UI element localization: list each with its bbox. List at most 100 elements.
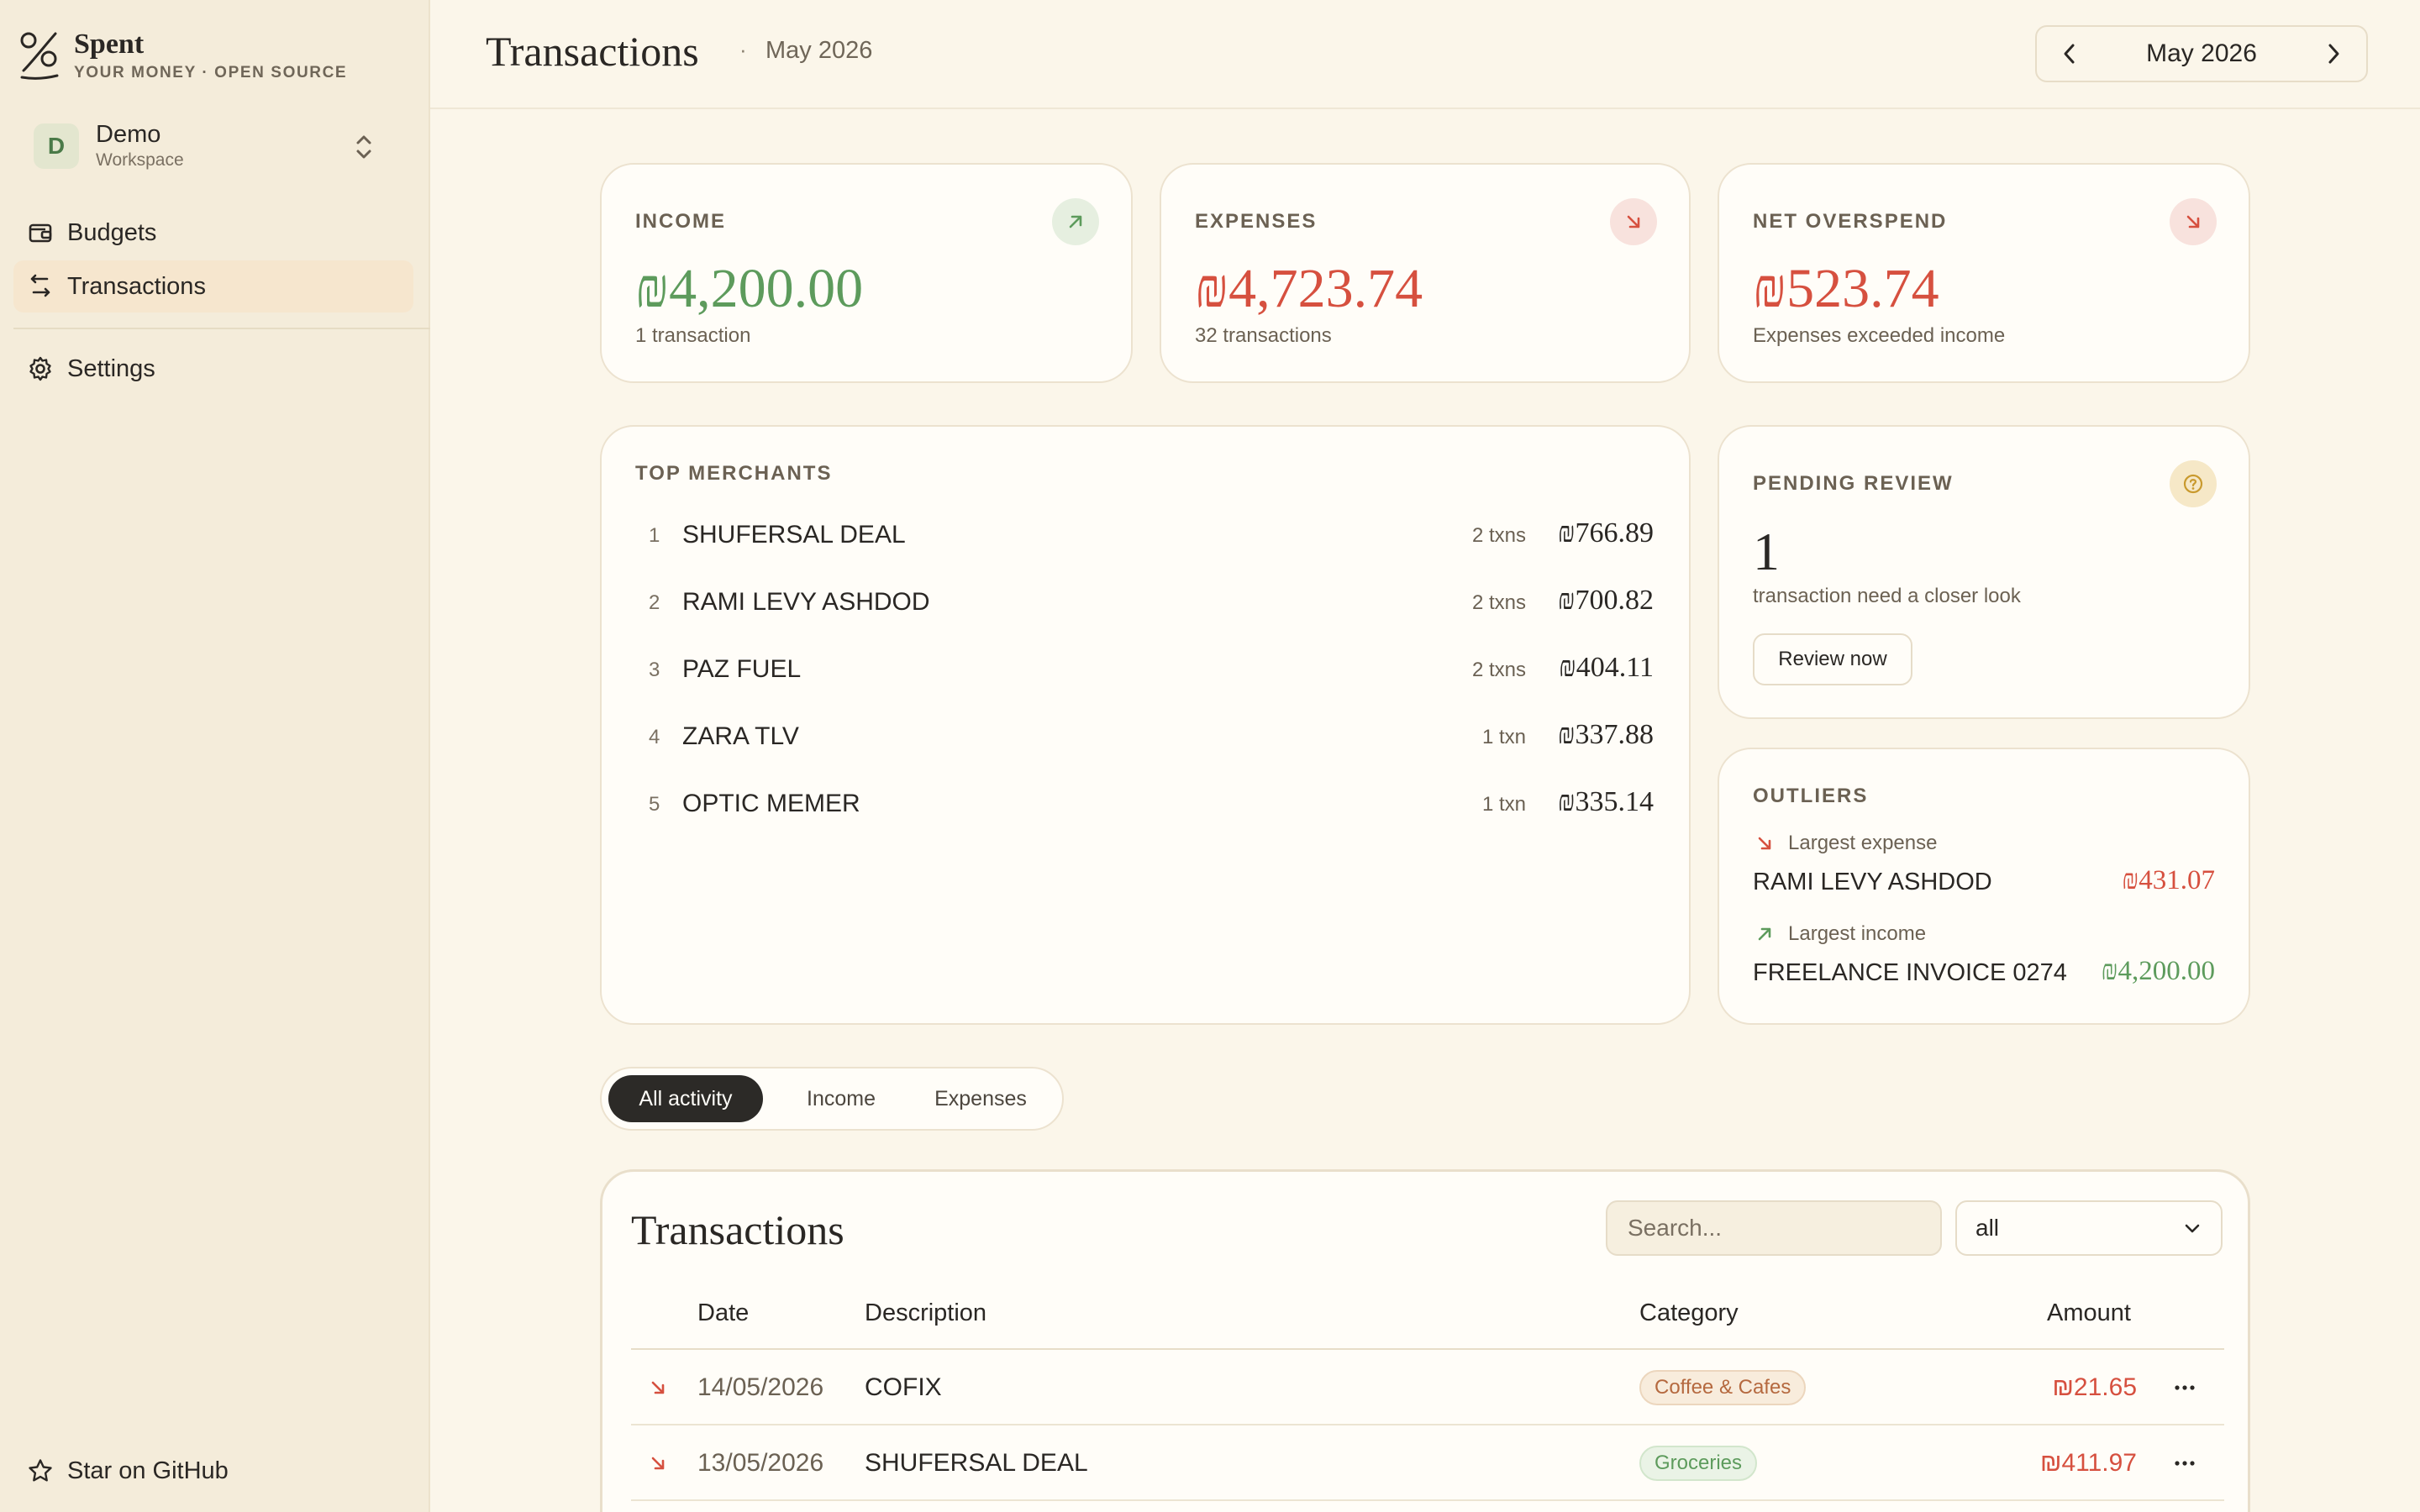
transactions-table-title: Transactions bbox=[631, 1206, 844, 1253]
wallet-icon bbox=[29, 223, 52, 243]
merchant-rank: 4 bbox=[649, 726, 660, 748]
merchant-amount: ₪335.14 bbox=[1557, 786, 1654, 817]
workspace-type: Workspace bbox=[96, 150, 184, 170]
sidebar: Spent YOUR MONEY · OPEN SOURCE D Demo Wo… bbox=[0, 0, 430, 1512]
income-card: INCOME ₪4,200.00 1 transaction bbox=[600, 163, 1133, 383]
outliers-label: OUTLIERS bbox=[1753, 785, 1869, 807]
category-filter-select[interactable]: all bbox=[1955, 1200, 2223, 1256]
largest-income-name: FREELANCE INVOICE 0274 bbox=[1753, 959, 2067, 986]
sidebar-item-label: Transactions bbox=[67, 272, 206, 300]
net-amount: ₪523.74 bbox=[1753, 258, 1939, 319]
workspace-name: Demo bbox=[96, 121, 161, 148]
sidebar-item-label: Settings bbox=[67, 354, 155, 382]
gear-icon bbox=[29, 356, 51, 381]
month-label[interactable]: May 2026 bbox=[2146, 39, 2257, 68]
sidebar-item-transactions[interactable]: Transactions bbox=[13, 260, 413, 312]
merchant-txn-count: 2 txns bbox=[1471, 659, 1526, 681]
largest-expense-label: Largest expense bbox=[1788, 832, 1938, 854]
tab-expenses[interactable]: Expenses bbox=[909, 1075, 1052, 1122]
largest-income-label: Largest income bbox=[1788, 922, 1927, 945]
brand[interactable]: Spent YOUR MONEY · OPEN SOURCE bbox=[18, 29, 347, 82]
expenses-count: 32 transactions bbox=[1195, 324, 1332, 347]
merchant-txn-count: 1 txn bbox=[1481, 793, 1526, 816]
column-header-amount[interactable]: Amount bbox=[2047, 1299, 2131, 1327]
chevron-down-icon bbox=[2185, 1224, 2200, 1233]
arrow-down-right-icon bbox=[1610, 198, 1657, 245]
activity-filter-tabs: All activity Income Expenses bbox=[600, 1067, 1064, 1131]
merchant-txn-count: 2 txns bbox=[1471, 591, 1526, 614]
star-icon bbox=[29, 1459, 52, 1482]
column-header-category[interactable]: Category bbox=[1639, 1299, 1739, 1327]
search-input[interactable] bbox=[1606, 1200, 1942, 1256]
sidebar-item-settings[interactable]: Settings bbox=[13, 343, 413, 395]
table-row[interactable]: 14/05/2026 COFIX Coffee & Cafes ₪21.65 bbox=[631, 1350, 2224, 1425]
sidebar-item-budgets[interactable]: Budgets bbox=[13, 207, 413, 259]
category-filter-value: all bbox=[1975, 1215, 2000, 1241]
arrow-down-right-icon bbox=[1758, 837, 1771, 850]
outliers-card: OUTLIERS Largest expense RAMI LEVY ASHDO… bbox=[1718, 748, 2250, 1025]
sidebar-divider bbox=[13, 328, 430, 329]
expenses-label: EXPENSES bbox=[1195, 210, 1318, 233]
transaction-date: 14/05/2026 bbox=[697, 1373, 824, 1401]
merchant-row[interactable]: 3 PAZ FUEL 2 txns ₪404.11 bbox=[635, 650, 1654, 692]
merchant-name: PAZ FUEL bbox=[682, 655, 802, 683]
page-header: Transactions · May 2026 May 2026 bbox=[430, 0, 2420, 109]
star-on-github-link[interactable]: Star on GitHub bbox=[13, 1445, 413, 1497]
merchant-rank: 3 bbox=[649, 659, 660, 681]
merchant-row[interactable]: 4 ZARA TLV 1 txn ₪337.88 bbox=[635, 717, 1654, 759]
more-horizontal-icon[interactable] bbox=[2170, 1449, 2199, 1478]
workspace-switcher[interactable]: D Demo Workspace bbox=[18, 111, 405, 181]
merchant-row[interactable]: 5 OPTIC MEMER 1 txn ₪335.14 bbox=[635, 785, 1654, 827]
merchant-txn-count: 2 txns bbox=[1471, 524, 1526, 547]
merchant-rank: 2 bbox=[649, 591, 660, 614]
category-badge[interactable]: Groceries bbox=[1639, 1446, 1758, 1481]
review-now-button[interactable]: Review now bbox=[1753, 633, 1912, 685]
merchant-name: RAMI LEVY ASHDOD bbox=[682, 588, 930, 616]
tab-all-activity[interactable]: All activity bbox=[608, 1075, 763, 1122]
transaction-description: SHUFERSAL DEAL bbox=[865, 1449, 1088, 1477]
brand-logo-icon bbox=[20, 32, 59, 80]
column-header-description[interactable]: Description bbox=[865, 1299, 986, 1327]
merchant-name: SHUFERSAL DEAL bbox=[682, 521, 906, 549]
workspace-avatar: D bbox=[34, 123, 79, 169]
merchant-row[interactable]: 2 RAMI LEVY ASHDOD 2 txns ₪700.82 bbox=[635, 583, 1654, 625]
income-count: 1 transaction bbox=[635, 324, 751, 347]
github-link-label: Star on GitHub bbox=[67, 1457, 229, 1484]
transactions-table-card: Transactions all Date Description Catego… bbox=[600, 1169, 2250, 1512]
top-merchants-card: TOP MERCHANTS 1 SHUFERSAL DEAL 2 txns ₪7… bbox=[600, 425, 1691, 1025]
more-horizontal-icon[interactable] bbox=[2170, 1373, 2199, 1402]
arrow-down-right-icon bbox=[2170, 198, 2217, 245]
pending-count: 1 bbox=[1753, 522, 1780, 581]
largest-expense-amount: ₪431.07 bbox=[2122, 865, 2215, 895]
question-circle-icon bbox=[2170, 460, 2217, 507]
table-row[interactable]: 13/05/2026 SHUFERSAL DEAL Groceries ₪411… bbox=[631, 1425, 2224, 1501]
merchant-amount: ₪404.11 bbox=[1559, 652, 1654, 683]
merchant-name: OPTIC MEMER bbox=[682, 790, 860, 817]
pending-description: transaction need a closer look bbox=[1753, 585, 2021, 607]
pending-review-card: PENDING REVIEW 1 transaction need a clos… bbox=[1718, 425, 2250, 719]
merchant-rank: 1 bbox=[649, 524, 660, 547]
merchant-row[interactable]: 1 SHUFERSAL DEAL 2 txns ₪766.89 bbox=[635, 516, 1654, 558]
chevron-right-icon[interactable] bbox=[2323, 41, 2344, 66]
expenses-card: EXPENSES ₪4,723.74 32 transactions bbox=[1160, 163, 1691, 383]
merchant-amount: ₪766.89 bbox=[1557, 517, 1654, 549]
page-title: Transactions bbox=[486, 28, 699, 75]
chevron-up-down-icon bbox=[356, 135, 371, 159]
merchant-name: ZARA TLV bbox=[682, 722, 799, 750]
net-description: Expenses exceeded income bbox=[1753, 324, 2006, 347]
transaction-description: COFIX bbox=[865, 1373, 942, 1401]
net-label: NET OVERSPEND bbox=[1753, 210, 1948, 233]
sidebar-item-label: Budgets bbox=[67, 218, 157, 246]
largest-income-amount: ₪4,200.00 bbox=[2101, 956, 2215, 986]
brand-name: Spent bbox=[74, 29, 145, 60]
expenses-amount: ₪4,723.74 bbox=[1195, 258, 1423, 319]
chevron-left-icon[interactable] bbox=[2059, 41, 2081, 66]
top-merchants-label: TOP MERCHANTS bbox=[635, 462, 833, 485]
largest-expense-name: RAMI LEVY ASHDOD bbox=[1753, 869, 1992, 895]
arrow-up-right-icon bbox=[1052, 198, 1099, 245]
month-navigator: May 2026 bbox=[2035, 25, 2368, 82]
tab-income[interactable]: Income bbox=[778, 1075, 904, 1122]
category-badge[interactable]: Coffee & Cafes bbox=[1639, 1370, 1807, 1405]
column-header-date[interactable]: Date bbox=[697, 1299, 749, 1327]
transaction-date: 13/05/2026 bbox=[697, 1449, 824, 1477]
